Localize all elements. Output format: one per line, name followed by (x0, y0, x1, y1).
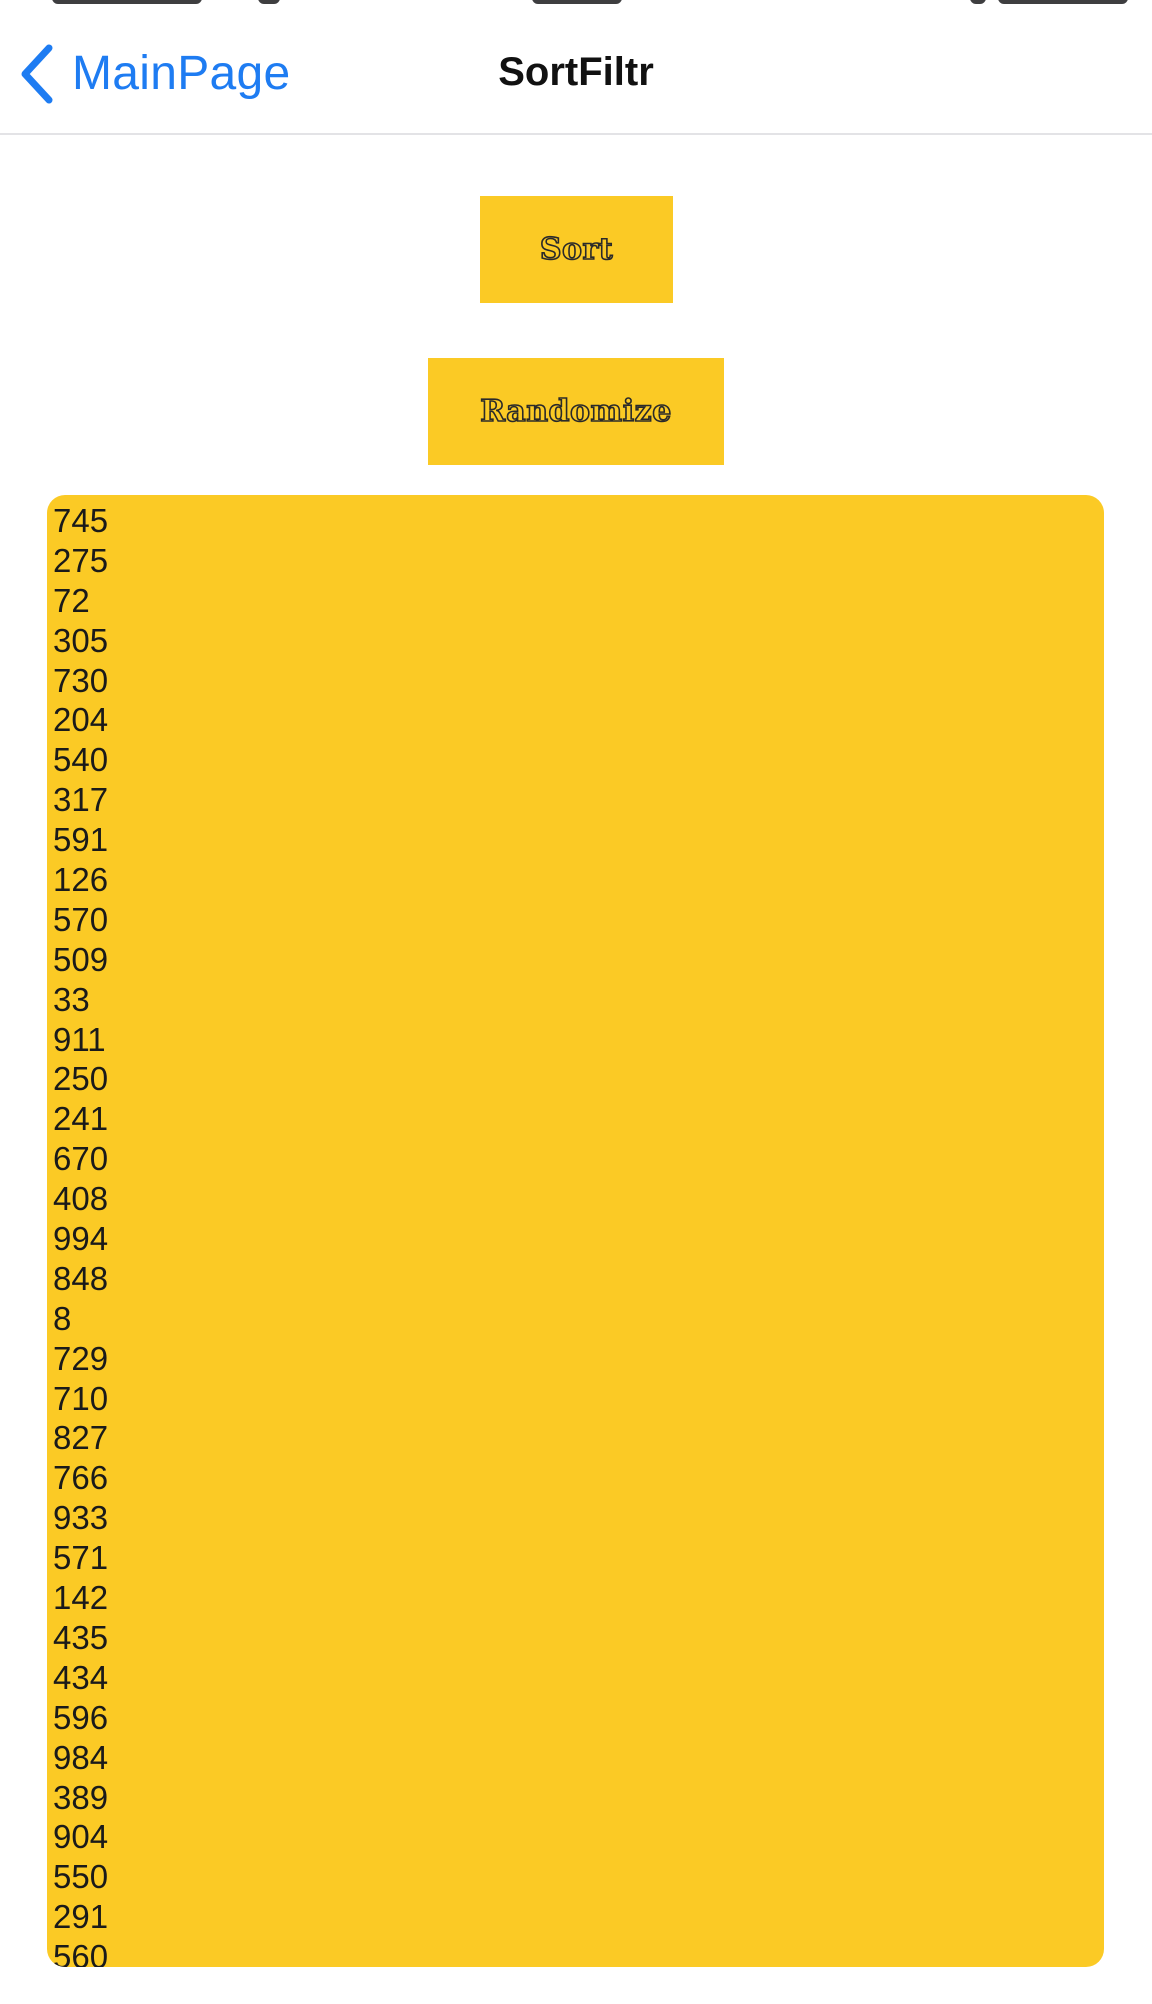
page-title: SortFiltr (498, 50, 654, 94)
navigation-bar: MainPage SortFiltr (0, 12, 1152, 135)
randomize-button[interactable]: Randomize (428, 358, 724, 465)
list-item: 435 (53, 1618, 109, 1656)
status-carrier-text (52, 0, 202, 4)
list-item: 571 (53, 1539, 109, 1577)
status-time-text (532, 0, 622, 4)
list-item: 204 (53, 701, 109, 739)
status-bar (0, 0, 1152, 12)
list-item: 984 (53, 1738, 109, 1776)
list-item: 8 (53, 1299, 72, 1337)
list-item: 389 (53, 1778, 109, 1816)
number-list-panel[interactable]: 745 275 72 305 730 204 540 317 591 126 570 509 33 911… (47, 495, 1104, 1967)
list-item: 827 (53, 1419, 109, 1457)
app-screen: MainPage SortFiltr Sort Randomize 745 275… (0, 0, 1152, 2004)
list-item: 745 (53, 502, 109, 539)
list-item: 250 (53, 1060, 109, 1098)
list-item: 904 (53, 1818, 109, 1856)
list-item: 591 (53, 821, 109, 859)
list-item: 560 (53, 1938, 109, 1967)
list-item: 730 (53, 661, 109, 699)
list-item: 408 (53, 1180, 109, 1218)
list-item: 72 (53, 581, 90, 619)
list-item: 994 (53, 1220, 109, 1258)
list-item: 550 (53, 1858, 109, 1896)
list-item: 33 (53, 980, 90, 1018)
battery-icon (998, 0, 1128, 4)
list-item: 305 (53, 621, 109, 659)
list-item: 275 (53, 541, 109, 579)
list-item: 509 (53, 940, 109, 978)
list-item: 729 (53, 1339, 109, 1377)
list-item: 596 (53, 1698, 109, 1736)
list-item: 933 (53, 1499, 109, 1537)
list-item: 142 (53, 1579, 109, 1617)
list-item: 710 (53, 1379, 109, 1417)
list-item: 434 (53, 1658, 109, 1696)
wifi-icon (258, 0, 280, 4)
list-item: 540 (53, 741, 109, 779)
location-icon (970, 0, 986, 4)
number-list: 745 275 72 305 730 204 540 317 591 126 570 509 33 911… (53, 501, 108, 1967)
sort-button[interactable]: Sort (480, 196, 673, 303)
list-item: 670 (53, 1140, 109, 1178)
list-item: 766 (53, 1459, 109, 1497)
list-item: 570 (53, 900, 109, 938)
list-item: 848 (53, 1259, 109, 1297)
list-item: 911 (53, 1020, 106, 1058)
list-item: 317 (53, 781, 109, 819)
list-item: 291 (53, 1898, 109, 1936)
list-item: 241 (53, 1100, 109, 1138)
list-item: 126 (53, 861, 109, 899)
